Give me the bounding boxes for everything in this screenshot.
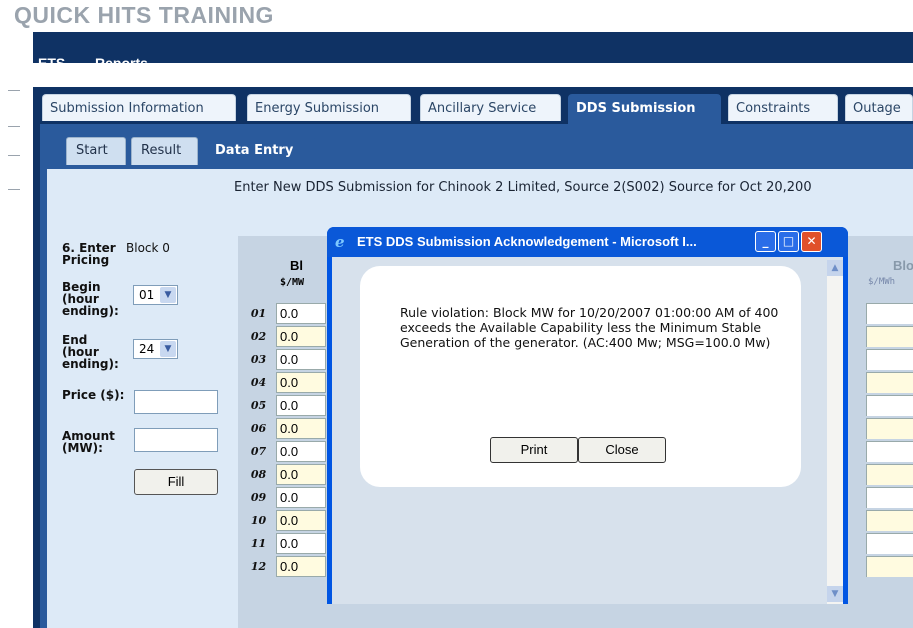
grid-row-label: 06 [250, 422, 267, 435]
grid-row-label: 08 [250, 468, 267, 481]
section-label: 6. Enter Pricing [62, 241, 116, 267]
grid-right-cell[interactable] [866, 464, 913, 485]
tab-submission-information[interactable]: Submission Information [42, 94, 236, 121]
grid-price-cell[interactable]: 0.0 [276, 303, 326, 324]
grid-price-cell[interactable]: 0.0 [276, 464, 326, 485]
tab-ancillary-service[interactable]: Ancillary Service [420, 94, 561, 121]
grid-price-cell[interactable]: 0.0 [276, 556, 326, 577]
submission-subtitle: Enter New DDS Submission for Chinook 2 L… [234, 180, 812, 195]
tab-outage[interactable]: Outage [845, 94, 913, 121]
print-button[interactable]: Print [490, 437, 578, 463]
grid-price-cell[interactable]: 0.0 [276, 487, 326, 508]
grid-price-cell[interactable]: 0.0 [276, 372, 326, 393]
grid-right-cell[interactable] [866, 556, 913, 577]
grid-unit-header: $/MW [280, 277, 305, 288]
grid-right-cell[interactable] [866, 303, 913, 324]
tab-constraints[interactable]: Constraints [728, 94, 838, 121]
grid-price-cell[interactable]: 0.0 [276, 510, 326, 531]
chevron-down-icon[interactable]: ▼ [160, 287, 176, 303]
begin-hour-value: 01 [139, 288, 155, 302]
end-hour-select[interactable]: 24 ▼ [133, 339, 178, 359]
tab-dds-submission[interactable]: DDS Submission [568, 94, 721, 124]
end-hour-value: 24 [139, 342, 155, 356]
begin-hour-select[interactable]: 01 ▼ [133, 285, 178, 305]
top-nav-bar [33, 32, 913, 63]
chevron-down-icon[interactable]: ▼ [160, 341, 176, 357]
grid-right-unit-header: $/MWh [868, 277, 896, 287]
rule-violation-message: Rule violation: Block MW for 10/20/2007 … [400, 305, 779, 350]
page-banner: QUICK HITS TRAINING [14, 2, 274, 28]
scroll-down-icon[interactable]: ▼ [827, 586, 843, 602]
close-button[interactable]: Close [578, 437, 666, 463]
grid-right-cell[interactable] [866, 533, 913, 554]
grid-price-cell[interactable]: 0.0 [276, 395, 326, 416]
grid-row-label: 01 [250, 307, 267, 320]
grid-row-label: 05 [250, 399, 267, 412]
grid-row-label: 11 [250, 537, 267, 550]
grid-right-cell[interactable] [866, 372, 913, 393]
grid-right-cell[interactable] [866, 418, 913, 439]
maximize-icon[interactable]: □ [778, 231, 799, 252]
subtab-start[interactable]: Start [66, 137, 126, 165]
amount-input[interactable] [134, 428, 218, 452]
subtab-result[interactable]: Result [131, 137, 198, 165]
grid-right-cell[interactable] [866, 441, 913, 462]
grid-right-block-header: Blo [893, 258, 913, 273]
amount-label: Amount (MW): [62, 429, 115, 455]
nav-spacer [33, 63, 913, 75]
grid-right-cell[interactable] [866, 326, 913, 347]
end-label: End (hour ending): [62, 333, 119, 371]
ie-icon: e [335, 233, 345, 251]
grid-row-label: 02 [250, 330, 267, 343]
grid-row-label: 10 [250, 514, 267, 527]
grid-right-cell[interactable] [866, 395, 913, 416]
fill-button[interactable]: Fill [134, 469, 218, 495]
close-icon[interactable]: ✕ [801, 231, 822, 252]
price-input[interactable] [134, 390, 218, 414]
grid-row-label: 09 [250, 491, 267, 504]
price-label: Price ($): [62, 388, 125, 402]
begin-label: Begin (hour ending): [62, 280, 119, 318]
vertical-scrollbar[interactable] [827, 260, 843, 604]
grid-row-label: 12 [250, 560, 267, 573]
grid-price-cell[interactable]: 0.0 [276, 441, 326, 462]
subtab-data-entry[interactable]: Data Entry [205, 137, 316, 169]
block-label: Block 0 [126, 241, 170, 255]
window-title: ETS DDS Submission Acknowledgement - Mic… [357, 234, 697, 249]
tab-energy-submission[interactable]: Energy Submission [247, 94, 411, 121]
scroll-up-icon[interactable]: ▲ [827, 260, 843, 276]
grid-row-label: 07 [250, 445, 267, 458]
grid-price-cell[interactable]: 0.0 [276, 349, 326, 370]
grid-right-cell[interactable] [866, 510, 913, 531]
grid-row-label: 03 [250, 353, 267, 366]
minimize-icon[interactable]: _ [755, 231, 776, 252]
grid-row-label: 04 [250, 376, 267, 389]
grid-price-cell[interactable]: 0.0 [276, 326, 326, 347]
grid-price-cell[interactable]: 0.0 [276, 533, 326, 554]
grid-right-cell[interactable] [866, 349, 913, 370]
grid-right-cell[interactable] [866, 487, 913, 508]
grid-price-cell[interactable]: 0.0 [276, 418, 326, 439]
grid-block-header: Bl [290, 258, 303, 273]
